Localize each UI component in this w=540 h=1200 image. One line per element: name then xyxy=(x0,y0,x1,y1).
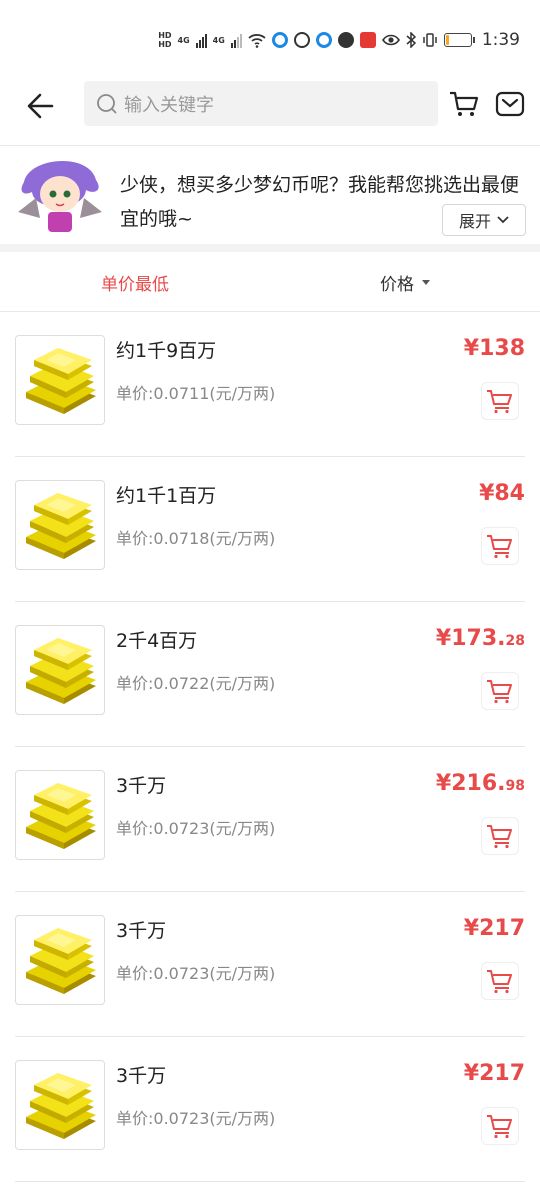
top-bar: 输入关键字 xyxy=(0,80,540,146)
add-to-cart-icon xyxy=(487,970,512,994)
mail-icon[interactable] xyxy=(494,88,526,120)
item-unit-price: 单价:0.0723(元/万两) xyxy=(116,1109,276,1128)
chevron-down-icon xyxy=(497,216,509,224)
item-title: 约1千1百万 xyxy=(116,485,217,507)
item-title: 约1千9百万 xyxy=(116,340,217,362)
eye-icon xyxy=(381,34,400,46)
app-notification-icon xyxy=(271,32,288,48)
clock: 1:39 xyxy=(481,30,520,50)
shield-notification-icon xyxy=(293,32,310,48)
chat-notification-icon xyxy=(337,32,354,48)
gold-bars-icon xyxy=(15,1060,105,1150)
item-title: 3千万 xyxy=(116,920,167,942)
price-main: ¥173. xyxy=(435,626,506,651)
item-title: 2千4百万 xyxy=(116,630,198,652)
item-unit-price: 单价:0.0722(元/万两) xyxy=(116,674,276,693)
search-icon xyxy=(97,93,117,114)
gold-bars-icon xyxy=(15,915,105,1005)
expand-button[interactable]: 展开 xyxy=(442,204,526,236)
item-price: ¥84 xyxy=(479,481,525,506)
add-to-cart-button[interactable] xyxy=(481,382,519,420)
price-main: ¥138 xyxy=(463,336,525,361)
mascot-avatar xyxy=(18,161,102,244)
price-decimal: 98 xyxy=(505,778,525,794)
search-input[interactable]: 输入关键字 xyxy=(84,81,438,126)
sort-price-label: 价格 xyxy=(380,274,414,295)
assistant-banner: 少侠，想买多少梦幻币呢？我能帮您挑选出最便宜的哦~ 展开 xyxy=(0,146,540,244)
sort-triangle-icon xyxy=(422,279,430,285)
section-divider xyxy=(0,244,540,252)
add-to-cart-button[interactable] xyxy=(481,672,519,710)
item-price: ¥138 xyxy=(464,336,525,361)
add-to-cart-button[interactable] xyxy=(481,1107,519,1145)
add-to-cart-button[interactable] xyxy=(481,962,519,1000)
sort-unit-price-tab[interactable]: 单价最低 xyxy=(0,252,270,312)
signal-icon xyxy=(195,32,207,48)
gold-bars-icon xyxy=(15,335,105,425)
add-to-cart-icon xyxy=(487,825,512,849)
list-item[interactable]: 约1千9百万 单价:0.0711(元/万两) ¥138 xyxy=(15,312,525,457)
gold-bars-icon xyxy=(15,770,105,860)
gold-bars-icon xyxy=(15,480,105,570)
item-unit-price: 单价:0.0723(元/万两) xyxy=(116,964,276,983)
list-item[interactable]: 3千万 单价:0.0723(元/万两) ¥217 xyxy=(15,1037,525,1182)
list-item[interactable]: 3千万 单价:0.0723(元/万两) ¥216.98 xyxy=(15,747,525,892)
item-unit-price: 单价:0.0718(元/万两) xyxy=(116,529,276,548)
add-to-cart-icon xyxy=(487,1115,512,1139)
add-to-cart-icon xyxy=(487,390,512,414)
cart-icon[interactable] xyxy=(448,88,480,120)
book-notification-icon xyxy=(359,32,376,48)
status-bar: HD HD 4G 4G 1:39 xyxy=(0,0,540,80)
add-to-cart-icon xyxy=(487,680,512,704)
item-title: 3千万 xyxy=(116,1065,167,1087)
status-icons: HD HD 4G 4G 1:39 xyxy=(158,28,520,52)
item-price: ¥217 xyxy=(464,1061,525,1086)
network-type-2: 4G xyxy=(212,35,225,45)
price-main: ¥216. xyxy=(435,771,506,796)
price-decimal: 28 xyxy=(505,633,525,649)
app-notification-icon-2 xyxy=(315,32,332,48)
item-unit-price: 单价:0.0723(元/万两) xyxy=(116,819,276,838)
sort-bar: 单价最低 价格 xyxy=(0,252,540,312)
list-item[interactable]: 2千4百万 单价:0.0722(元/万两) ¥173.28 xyxy=(15,602,525,747)
battery-icon xyxy=(443,33,475,47)
network-type-1: 4G xyxy=(177,35,190,45)
product-list: 约1千9百万 单价:0.0711(元/万两) ¥138 约1千1百万 单价:0.… xyxy=(0,312,540,1182)
sort-price-tab[interactable]: 价格 xyxy=(270,252,540,312)
hd-indicator: HD HD xyxy=(158,31,172,49)
expand-label: 展开 xyxy=(458,212,491,231)
add-to-cart-button[interactable] xyxy=(481,817,519,855)
gold-bars-icon xyxy=(15,625,105,715)
list-item[interactable]: 约1千1百万 单价:0.0718(元/万两) ¥84 xyxy=(15,457,525,602)
item-price: ¥217 xyxy=(464,916,525,941)
vibrate-icon xyxy=(423,33,437,47)
back-arrow-icon[interactable] xyxy=(22,86,62,126)
item-unit-price: 单价:0.0711(元/万两) xyxy=(116,384,276,403)
item-title: 3千万 xyxy=(116,775,167,797)
add-to-cart-button[interactable] xyxy=(481,527,519,565)
price-main: ¥217 xyxy=(463,916,525,941)
bluetooth-icon xyxy=(406,32,416,48)
signal-icon-2 xyxy=(230,32,242,48)
price-main: ¥84 xyxy=(479,481,525,506)
search-placeholder: 输入关键字 xyxy=(124,94,214,116)
price-main: ¥217 xyxy=(463,1061,525,1086)
item-price: ¥173.28 xyxy=(436,626,525,651)
wifi-icon xyxy=(248,34,266,48)
item-price: ¥216.98 xyxy=(436,771,525,796)
list-item[interactable]: 3千万 单价:0.0723(元/万两) ¥217 xyxy=(15,892,525,1037)
add-to-cart-icon xyxy=(487,535,512,559)
